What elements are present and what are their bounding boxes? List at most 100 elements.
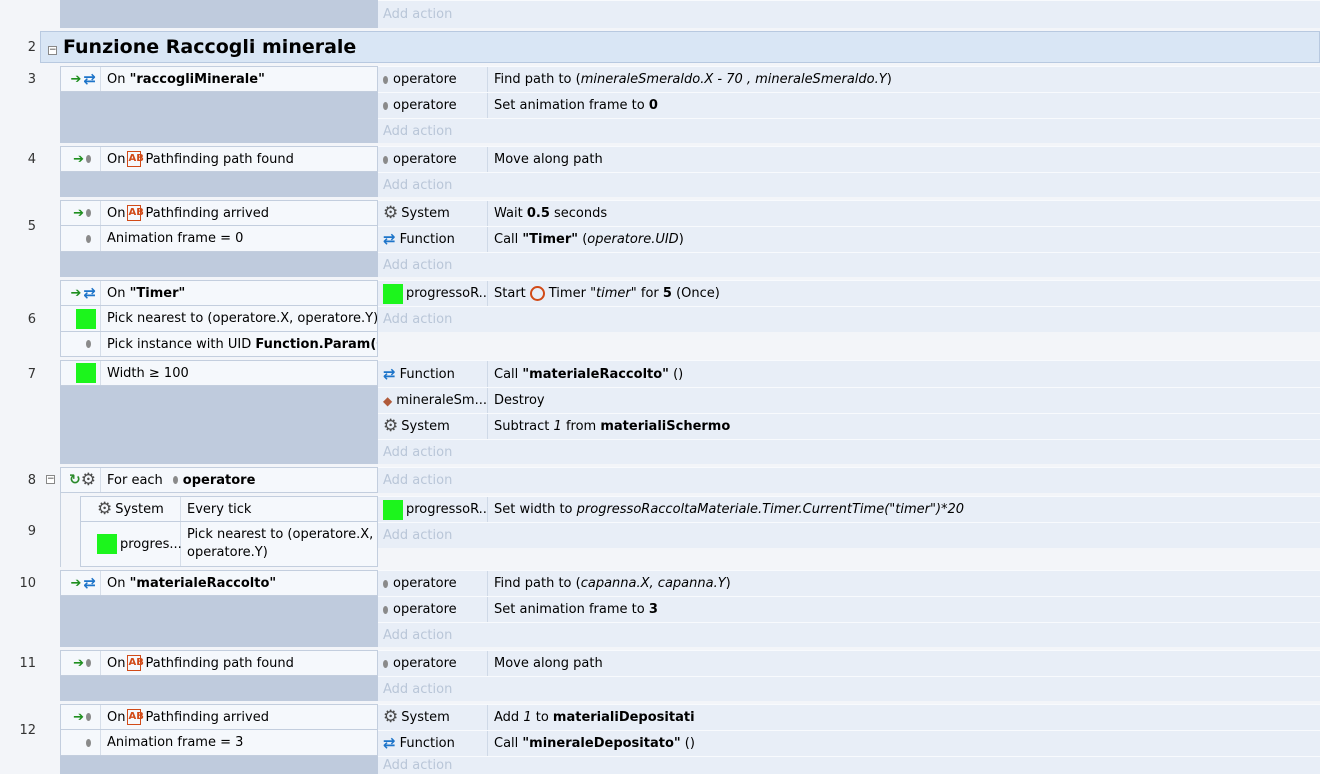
line-number: 3 <box>27 72 36 87</box>
action-row[interactable]: ⇄ Function Call "Timer" (operatore.UID) <box>378 226 1320 252</box>
condition-row[interactable]: progres... Pick nearest to (operatore.X,… <box>80 522 378 567</box>
pathfinding-icon: AB <box>127 655 144 671</box>
timer-icon <box>529 286 545 301</box>
object-dot-icon <box>383 659 388 668</box>
trigger-arrow-icon: ➔ <box>73 709 84 725</box>
trigger-arrow-icon: ➔ <box>73 205 84 221</box>
add-action-button[interactable]: Add action <box>378 118 1320 143</box>
sprite-object-icon <box>383 283 403 304</box>
condition-row[interactable]: Animation frame = 3 <box>60 730 378 756</box>
object-dot-icon <box>86 234 91 243</box>
collapse-icon[interactable]: − <box>46 475 55 484</box>
line-number: 4 <box>27 152 36 167</box>
sprite-object-icon <box>76 363 96 383</box>
trigger-arrow-icon: ➔ <box>70 71 82 87</box>
action-row[interactable]: progressoR... Start Timer "timer" for 5 (… <box>378 280 1320 306</box>
action-row[interactable]: operatore Set animation frame to 3 <box>378 596 1320 622</box>
function-icon: ⇄ <box>383 734 396 752</box>
trigger-arrow-icon: ➔ <box>70 575 82 591</box>
action-row[interactable]: progressoR... Set width to progressoRacc… <box>378 496 1320 522</box>
object-dot-icon <box>383 155 388 164</box>
action-row[interactable]: operatore Find path to (capanna.X, capan… <box>378 570 1320 596</box>
sprite-object-icon <box>383 499 403 520</box>
add-action-button[interactable]: Add action <box>378 252 1320 277</box>
condition-row[interactable]: ↻ ⚙ For each operatore <box>60 467 378 493</box>
trigger-arrow-icon: ➔ <box>73 151 84 167</box>
condition-row[interactable]: ➔ On AB Pathfinding arrived <box>60 200 378 226</box>
group-header[interactable]: Funzione Raccogli minerale <box>40 31 1320 63</box>
object-dot-icon <box>86 155 91 163</box>
event-block <box>60 0 378 28</box>
condition-row[interactable]: ➔ ⇄ On "Timer" <box>60 280 378 306</box>
line-number: 10 <box>19 576 36 591</box>
action-row[interactable]: operatore Set animation frame to 0 <box>378 92 1320 118</box>
condition-row[interactable]: ➔ On AB Pathfinding path found <box>60 650 378 676</box>
add-action-button[interactable]: Add action <box>378 522 1320 548</box>
object-dot-icon <box>86 340 91 348</box>
function-icon: ⇄ <box>383 230 396 248</box>
trigger-arrow-icon: ➔ <box>70 285 82 301</box>
collapse-icon[interactable]: − <box>48 46 57 55</box>
sprite-object-icon <box>97 534 117 554</box>
condition-row[interactable]: Pick nearest to (operatore.X, operatore.… <box>60 306 378 332</box>
line-number: 11 <box>19 656 36 671</box>
add-action-button[interactable]: Add action <box>378 172 1320 197</box>
object-dot-icon <box>383 605 388 614</box>
line-number: 9 <box>27 524 36 539</box>
gear-icon: ⚙ <box>80 469 96 490</box>
condition-row[interactable]: ➔ On AB Pathfinding arrived <box>60 704 378 730</box>
add-action-button[interactable]: Add action <box>378 439 1320 464</box>
condition-row[interactable]: Pick instance with UID Function.Param(0) <box>60 332 378 357</box>
sprite-object-icon <box>76 308 96 329</box>
gear-icon: ⚙ <box>97 498 113 519</box>
group-title: Funzione Raccogli minerale <box>63 36 357 58</box>
line-number: 7 <box>27 367 36 382</box>
object-dot-icon <box>86 209 91 217</box>
action-row[interactable]: ⇄ Function Call "mineraleDepositato" () <box>378 730 1320 756</box>
pathfinding-icon: AB <box>127 709 144 725</box>
object-dot-icon <box>383 101 388 110</box>
add-action-button[interactable]: Add action <box>378 756 1320 774</box>
add-action-button[interactable]: Add action <box>378 622 1320 647</box>
condition-row[interactable]: Width ≥ 100 <box>60 360 378 386</box>
object-dot-icon <box>86 738 91 747</box>
gear-icon: ⚙ <box>383 707 399 727</box>
add-action-button[interactable]: Add action <box>378 676 1320 701</box>
action-row[interactable]: ◆ mineraleSm... Destroy <box>378 387 1320 413</box>
line-number: 5 <box>27 219 36 234</box>
object-dot-icon <box>383 579 388 588</box>
object-dot-icon <box>383 75 388 84</box>
add-action-button[interactable]: Add action <box>378 306 1320 332</box>
gear-icon: ⚙ <box>383 416 399 436</box>
line-number: 12 <box>19 723 36 738</box>
condition-row[interactable]: Animation frame = 0 <box>60 226 378 252</box>
function-icon: ⇄ <box>383 364 396 383</box>
object-dot-icon <box>86 713 91 721</box>
action-row[interactable]: operatore Find path to (mineraleSmeraldo… <box>378 66 1320 92</box>
action-row[interactable]: operatore Move along path <box>378 146 1320 172</box>
condition-row[interactable]: ➔ On AB Pathfinding path found <box>60 146 378 172</box>
action-row[interactable]: operatore Move along path <box>378 650 1320 676</box>
function-icon: ⇄ <box>83 69 96 88</box>
function-icon: ⇄ <box>83 573 96 592</box>
pathfinding-icon: AB <box>127 151 144 167</box>
action-row[interactable]: ⚙ System Subtract 1 from materialiSchermo <box>378 413 1320 439</box>
action-row[interactable]: ⇄ Function Call "materialeRaccolto" () <box>378 360 1320 387</box>
trigger-arrow-icon: ➔ <box>73 655 84 671</box>
function-icon: ⇄ <box>83 283 96 302</box>
condition-row[interactable]: ➔ ⇄ On "materialeRaccolto" <box>60 570 378 596</box>
action-row[interactable]: ⚙ System Wait 0.5 seconds <box>378 200 1320 226</box>
sub-event-indent <box>60 493 80 567</box>
action-row[interactable]: ⚙ System Add 1 to materialiDepositati <box>378 704 1320 730</box>
add-action-button[interactable]: Add action <box>378 0 1320 28</box>
add-action-button[interactable]: Add action <box>378 467 1320 493</box>
loop-icon: ↻ <box>69 472 81 488</box>
line-number: 8 <box>27 473 36 488</box>
gear-icon: ⚙ <box>383 203 399 223</box>
condition-row[interactable]: ⚙ System Every tick <box>80 496 378 522</box>
object-dot-icon <box>172 476 178 484</box>
condition-row[interactable]: ➔ ⇄ On "raccogliMinerale" <box>60 66 378 92</box>
mineral-icon: ◆ <box>383 393 393 408</box>
line-number: 6 <box>27 312 36 327</box>
pathfinding-icon: AB <box>127 205 144 221</box>
